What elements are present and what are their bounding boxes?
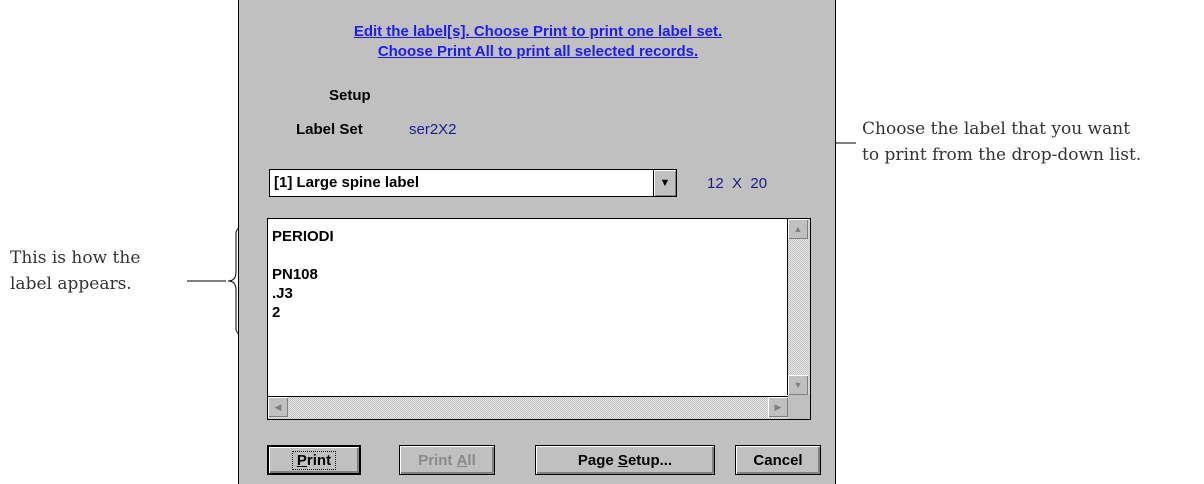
setup-label: Setup bbox=[329, 87, 371, 104]
callout-line-1: This is how the bbox=[10, 248, 141, 268]
print-all-button[interactable]: Print All bbox=[399, 445, 495, 475]
label-dropdown-value: [1] Large spine label bbox=[274, 174, 420, 191]
label-set-label: Label Set bbox=[296, 121, 363, 138]
print-button[interactable]: Print bbox=[267, 445, 361, 475]
label-dropdown[interactable]: [1] Large spine label ▼ bbox=[269, 169, 677, 197]
preview-callout: This is how the label appears. bbox=[10, 245, 140, 297]
chevron-down-icon[interactable]: ▼ bbox=[653, 170, 676, 196]
label-set-value: ser2X2 bbox=[409, 121, 457, 138]
arrow-down-icon[interactable]: ▼ bbox=[788, 375, 808, 395]
arrow-left-icon[interactable]: ◀ bbox=[268, 397, 288, 417]
instruction-line-2: Choose Print All to print all selected r… bbox=[377, 43, 699, 60]
arrow-up-icon[interactable]: ▲ bbox=[788, 219, 808, 239]
label-preview-text[interactable]: PERIODI PN108 .J3 2 bbox=[272, 227, 334, 322]
page-setup-button[interactable]: Page Setup... bbox=[535, 445, 715, 475]
instructions: Edit the label[s]. Choose Print to print… bbox=[239, 22, 837, 62]
label-preview-textarea[interactable]: PERIODI PN108 .J3 2 ▲ ▼ ◀ ▶ bbox=[267, 218, 811, 420]
callout-line-2: to print from the drop-down list. bbox=[862, 145, 1142, 165]
label-size: 12 X 20 bbox=[707, 175, 768, 192]
print-label-dialog: Edit the label[s]. Choose Print to print… bbox=[238, 0, 836, 484]
print-button-label: Print bbox=[291, 450, 337, 470]
horizontal-scrollbar[interactable]: ◀ ▶ bbox=[268, 396, 788, 419]
arrow-right-icon[interactable]: ▶ bbox=[768, 397, 788, 417]
scrollbar-corner bbox=[788, 395, 810, 419]
callout-line-2: label appears. bbox=[10, 274, 132, 294]
instruction-line-1: Edit the label[s]. Choose Print to print… bbox=[353, 23, 723, 40]
cancel-button[interactable]: Cancel bbox=[735, 445, 821, 475]
callout-line-1: Choose the label that you want bbox=[862, 119, 1131, 139]
dropdown-callout: Choose the label that you want to print … bbox=[862, 116, 1141, 168]
vertical-scrollbar[interactable]: ▲ ▼ bbox=[787, 219, 810, 395]
